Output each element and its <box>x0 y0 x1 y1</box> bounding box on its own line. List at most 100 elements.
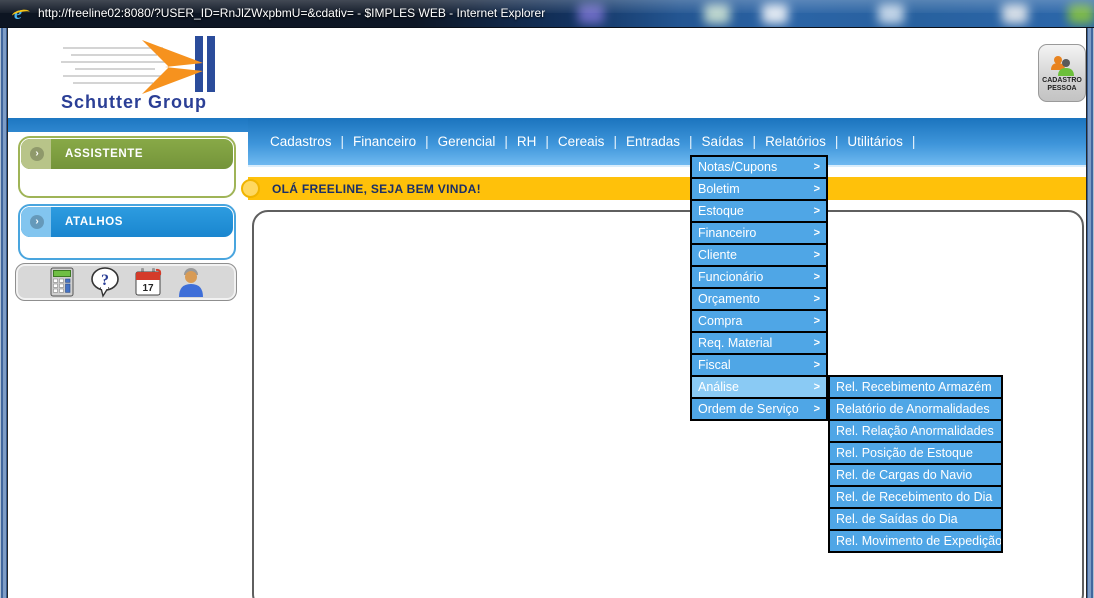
window-title: http://freeline02:8080/?USER_ID=RnJlZWxp… <box>38 6 545 20</box>
submenu-arrow-icon: > <box>814 227 820 239</box>
expand-arrow-icon: › <box>30 215 44 229</box>
assistente-panel: › ASSISTENTE <box>18 136 236 198</box>
menubar-separator: | <box>912 134 916 149</box>
analise-submenu: Rel. Recebimento Armazém Relatório de Ano… <box>828 375 1003 553</box>
submenu-item-rel-recebimento-armazem[interactable]: Rel. Recebimento Armazém <box>828 375 1003 399</box>
browser-window: e http://freeline02:8080/?USER_ID=RnJlZW… <box>0 0 1094 598</box>
menubar-item-entradas[interactable]: Entradas <box>626 134 680 149</box>
people-icon <box>1048 55 1076 77</box>
window-border-right <box>1086 28 1094 598</box>
menubar-separator: | <box>341 134 345 149</box>
dropdown-item-label: Fiscal <box>698 358 731 372</box>
submenu-arrow-icon: > <box>814 271 820 283</box>
submenu-item-label: Rel. de Saídas do Dia <box>836 512 958 526</box>
title-bar: e http://freeline02:8080/?USER_ID=RnJlZW… <box>0 0 1094 28</box>
submenu-item-rel-de-saidas-do-dia[interactable]: Rel. de Saídas do Dia <box>828 507 1003 531</box>
menubar-items: Cadastros | Financeiro | Gerencial | RH | Cereai… <box>270 134 924 149</box>
submenu-arrow-icon: > <box>814 293 820 305</box>
atalhos-panel: › ATALHOS <box>18 204 236 260</box>
dropdown-item-analise[interactable]: Análise > <box>690 375 828 399</box>
submenu-item-relatorio-de-anormalidades[interactable]: Relatório de Anormalidades <box>828 397 1003 421</box>
submenu-arrow-icon: > <box>814 183 820 195</box>
submenu-item-label: Rel. de Cargas do Navio <box>836 468 972 482</box>
calendar-icon[interactable]: 17 <box>133 266 163 298</box>
submenu-item-rel-movimento-de-expedicao[interactable]: Rel. Movimento de Expedição <box>828 529 1003 553</box>
expand-arrow-icon: › <box>30 147 44 161</box>
calendar-day: 17 <box>142 283 154 294</box>
menubar-separator: | <box>835 134 839 149</box>
atalhos-label: ATALHOS <box>65 207 123 237</box>
submenu-item-label: Rel. Recebimento Armazém <box>836 380 992 394</box>
window-border-left <box>0 28 8 598</box>
menubar-item-financeiro[interactable]: Financeiro <box>353 134 416 149</box>
dropdown-item-label: Notas/Cupons <box>698 160 777 174</box>
menubar-item-utilitarios[interactable]: Utilitários <box>847 134 903 149</box>
menubar-separator: | <box>425 134 429 149</box>
dropdown-item-financeiro[interactable]: Financeiro > <box>690 221 828 245</box>
dropdown-item-orcamento[interactable]: Orçamento> <box>690 287 828 311</box>
submenu-arrow-icon: > <box>814 315 820 327</box>
cadastro-label-line2: PESSOA <box>1047 85 1076 93</box>
assistente-label: ASSISTENTE <box>65 139 143 169</box>
relatorios-dropdown: Notas/Cupons>Boletim>Estoque>Financeiro>… <box>690 155 828 421</box>
submenu-item-rel-posicao-de-estoque[interactable]: Rel. Posição de Estoque <box>828 441 1003 465</box>
menubar-separator: | <box>753 134 757 149</box>
welcome-message: OLÁ FREELINE, SEJA BEM VINDA! <box>272 182 481 196</box>
dropdown-item-compra[interactable]: Compra > <box>690 309 828 333</box>
cadastro-pessoa-button[interactable]: CADASTRO PESSOA <box>1038 44 1086 102</box>
dropdown-item-label: Estoque <box>698 204 744 218</box>
menubar-item-cadastros[interactable]: Cadastros <box>270 134 332 149</box>
dropdown-item-label: Compra <box>698 314 742 328</box>
menubar-separator: | <box>613 134 617 149</box>
atalhos-header[interactable]: › ATALHOS <box>21 207 233 237</box>
submenu-item-label: Rel. Posição de Estoque <box>836 446 973 460</box>
menubar-item-rh[interactable]: RH <box>517 134 537 149</box>
submenu-arrow-icon: > <box>814 359 820 371</box>
main-menubar: Cadastros | Financeiro | Gerencial | RH | Cereai… <box>248 118 1086 167</box>
submenu-item-label: Rel. Movimento de Expedição <box>836 534 1002 548</box>
submenu-item-label: Rel. Relação Anormalidades <box>836 424 994 438</box>
submenu-arrow-icon: > <box>814 205 820 217</box>
dropdown-item-req-material[interactable]: Req. Material > <box>690 331 828 355</box>
submenu-arrow-icon: > <box>814 161 820 173</box>
menubar-item-relatorios[interactable]: Relatórios <box>765 134 826 149</box>
menubar-item-gerencial[interactable]: Gerencial <box>438 134 496 149</box>
dropdown-item-ordem-de-servico[interactable]: Ordem de Serviço> <box>690 397 828 421</box>
dropdown-item-label: Análise <box>698 380 739 394</box>
cadastro-label-line1: CADASTRO <box>1042 77 1082 85</box>
logo-text: Schutter Group <box>61 92 207 112</box>
submenu-item-rel-de-recebimento-do-dia[interactable]: Rel. de Recebimento do Dia <box>828 485 1003 509</box>
dropdown-item-boletim[interactable]: Boletim> <box>690 177 828 201</box>
welcome-bullet-icon <box>241 179 260 198</box>
submenu-arrow-icon: > <box>814 337 820 349</box>
dropdown-item-fiscal[interactable]: Fiscal > <box>690 353 828 377</box>
internet-explorer-icon: e <box>12 3 32 23</box>
help-icon[interactable]: ? <box>90 266 120 298</box>
dropdown-item-label: Financeiro <box>698 226 756 240</box>
submenu-arrow-icon: > <box>814 381 820 393</box>
svg-text:?: ? <box>101 272 109 289</box>
menubar-separator: | <box>545 134 549 149</box>
assistente-header[interactable]: › ASSISTENTE <box>21 139 233 169</box>
dropdown-item-cliente[interactable]: Cliente > <box>690 243 828 267</box>
calculator-icon[interactable] <box>47 266 77 298</box>
sidebar-iconbar: ? 17 <box>15 263 237 301</box>
person-icon[interactable] <box>176 266 206 298</box>
dropdown-item-funcionario[interactable]: Funcionário> <box>690 265 828 289</box>
menubar-separator: | <box>689 134 693 149</box>
welcome-bar: OLÁ FREELINE, SEJA BEM VINDA! <box>248 177 1086 200</box>
dropdown-item-estoque[interactable]: Estoque > <box>690 199 828 223</box>
menubar-separator: | <box>504 134 508 149</box>
dropdown-item-label: Ordem de Serviço <box>698 402 799 416</box>
menubar-item-cereais[interactable]: Cereais <box>558 134 605 149</box>
submenu-item-label: Rel. de Recebimento do Dia <box>836 490 992 504</box>
schutter-group-logo: Schutter Group <box>45 34 255 112</box>
dropdown-item-label: Req. Material <box>698 336 772 350</box>
submenu-item-rel-relacao-anormalidades[interactable]: Rel. Relação Anormalidades <box>828 419 1003 443</box>
submenu-item-rel-de-cargas-do-navio[interactable]: Rel. de Cargas do Navio <box>828 463 1003 487</box>
submenu-arrow-icon: > <box>814 249 820 261</box>
dropdown-item-notas-cupons[interactable]: Notas/Cupons > <box>690 155 828 179</box>
dropdown-item-label: Cliente <box>698 248 737 262</box>
submenu-item-label: Relatório de Anormalidades <box>836 402 990 416</box>
menubar-item-saidas[interactable]: Saídas <box>702 134 744 149</box>
